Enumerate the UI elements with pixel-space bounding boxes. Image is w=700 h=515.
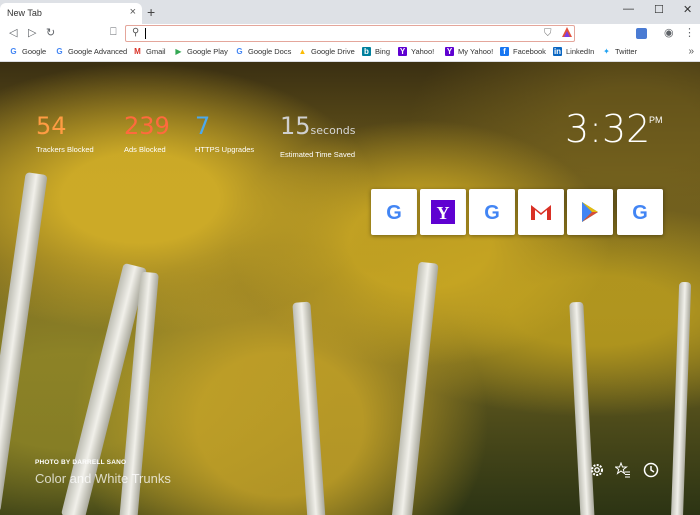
stat-ads-blocked: 239 Ads Blocked [124,113,170,154]
back-icon[interactable]: ◁ [9,26,17,39]
ads-blocked-label: Ads Blocked [124,145,166,154]
tab-title: New Tab [7,8,42,18]
yahoo-logo-icon: Y [431,200,455,224]
google-favicon-icon: G [236,47,243,56]
address-input[interactable] [146,27,526,40]
profile-icon[interactable]: ◉ [664,26,674,39]
time-saved-value: 15seconds [280,112,356,140]
google-favicon-icon: G [56,47,63,56]
wallpaper-trunk [292,301,326,515]
google-logo-icon: G [484,202,500,224]
top-site-yahoo[interactable]: Y [420,189,466,235]
close-window-button[interactable]: ✕ [683,3,692,16]
bookmark-my-yahoo[interactable]: Y My Yahoo! [445,47,493,56]
gmail-favicon-icon: M [134,47,141,56]
wallpaper-trunk [391,261,439,515]
bookmark-icon[interactable]: ⎕ [110,26,117,39]
tab-close-icon[interactable]: × [130,6,136,18]
new-tab-button[interactable]: + [147,4,155,20]
bookmark-google[interactable]: G Google [9,47,46,56]
brave-shield-icon[interactable]: ⛉ [544,28,552,39]
settings-gear-icon[interactable] [589,462,605,478]
minimize-button[interactable]: — [623,3,634,15]
facebook-favicon-icon: f [500,47,509,56]
svg-text:G: G [484,202,500,224]
time-saved-unit: seconds [310,124,356,137]
drive-favicon-icon: ▲ [298,47,307,56]
history-clock-icon[interactable] [643,462,659,478]
bookmark-bing[interactable]: b Bing [362,47,390,56]
stat-trackers-blocked: 54 Trackers Blocked [36,113,94,154]
stat-https-upgrades: 7 HTTPS Upgrades [195,113,254,154]
svg-text:G: G [632,202,648,224]
search-icon: ⚲ [132,27,140,38]
yahoo-favicon-icon: Y [445,47,454,56]
trackers-blocked-label: Trackers Blocked [36,145,94,154]
bookmark-google-play[interactable]: ▶ Google Play [174,47,227,56]
bookmarks-bar: G Google G Google Advanced M Gmail ▶ Google … [0,43,700,62]
photo-title[interactable]: Color and White Trunks [35,471,171,486]
clock: 3:32 [565,107,651,151]
toolbar: ◁ ▷ ↻ ⎕ ⚲ ⛉ ◉ ⋮ [0,24,700,43]
top-site-google-play[interactable] [567,189,613,235]
svg-text:G: G [386,202,402,224]
google-play-logo-icon [582,202,598,222]
https-upgrades-count: 7 [195,112,211,140]
trackers-blocked-count: 54 [36,112,67,140]
bookmark-yahoo[interactable]: Y Yahoo! [398,47,434,56]
gmail-logo-icon [531,205,551,220]
reload-icon[interactable]: ↻ [46,26,55,39]
top-site-google[interactable]: G [371,189,417,235]
title-bar: New Tab × + — ☐ ✕ [0,0,700,24]
google-logo-icon: G [386,202,402,224]
bookmark-google-docs[interactable]: G Google Docs [235,47,291,56]
twitter-favicon-icon: ✦ [603,47,610,56]
bookmark-google-drive[interactable]: ▲ Google Drive [298,47,355,56]
more-bookmarks-icon[interactable]: » [688,46,694,57]
translate-extension-icon[interactable] [636,28,647,39]
bing-favicon-icon: b [362,47,371,56]
top-site-google-3[interactable]: G [617,189,663,235]
play-favicon-icon: ▶ [175,47,182,56]
svg-text:Y: Y [437,203,450,223]
menu-icon[interactable]: ⋮ [684,26,695,39]
https-upgrades-label: HTTPS Upgrades [195,145,255,154]
tab-new-tab[interactable]: New Tab × [0,3,142,24]
maximize-button[interactable]: ☐ [654,3,664,16]
linkedin-favicon-icon: in [553,47,562,56]
brave-rewards-icon[interactable] [562,27,572,38]
google-logo-icon: G [632,202,648,224]
time-saved-label: Estimated Time Saved [280,150,356,159]
bookmark-gmail[interactable]: M Gmail [133,47,165,56]
wallpaper-trunk [569,301,595,515]
forward-icon[interactable]: ▷ [28,26,36,39]
google-favicon-icon: G [10,47,17,56]
photo-credit: PHOTO BY DARRELL SANO [35,459,127,466]
new-tab-page: 54 Trackers Blocked 239 Ads Blocked 7 HT… [0,62,700,515]
stat-time-saved: 15seconds Estimated Time Saved [280,113,356,159]
top-site-gmail[interactable] [518,189,564,235]
bookmarks-star-icon[interactable] [615,462,631,478]
yahoo-favicon-icon: Y [398,47,407,56]
top-site-google-2[interactable]: G [469,189,515,235]
address-bar[interactable]: ⚲ ⛉ [125,25,575,42]
bookmark-facebook[interactable]: f Facebook [500,47,546,56]
bookmark-google-advanced[interactable]: G Google Advanced [55,47,127,56]
bookmark-twitter[interactable]: ✦ Twitter [602,47,637,56]
wallpaper-trunk [670,281,692,515]
ads-blocked-count: 239 [124,112,170,140]
clock-ampm: PM [649,115,663,125]
bookmark-linkedin[interactable]: in LinkedIn [553,47,594,56]
